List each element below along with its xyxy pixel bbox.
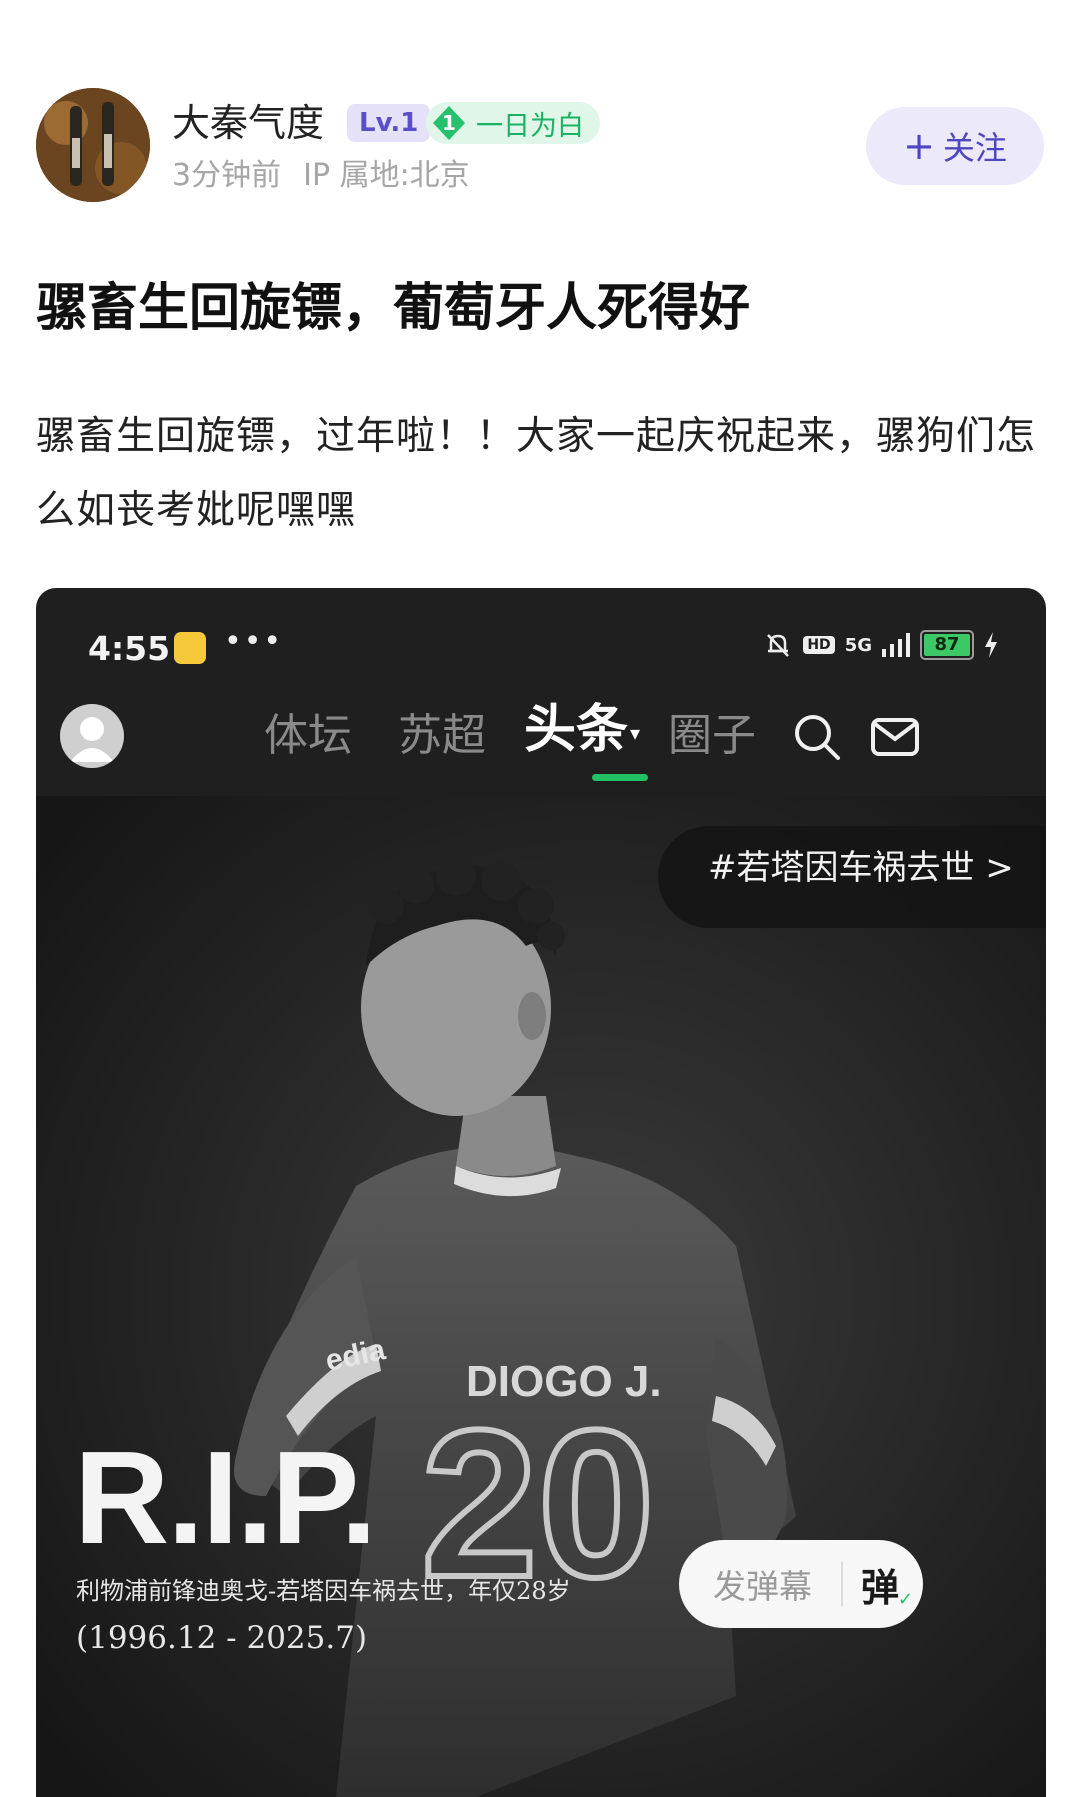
- fan-badge-text: 一日为白: [476, 110, 584, 142]
- fan-badge: 1 一日为白: [426, 102, 600, 144]
- status-time: 4:55: [88, 629, 171, 668]
- post-image[interactable]: 4:55 ••• HD 5G 87 体坛 苏超 头条 ▾ 圈子 DIOGO J.…: [36, 588, 1046, 1797]
- post-meta: 3分钟前 IP 属地:北京: [172, 156, 470, 196]
- send-danmaku-button[interactable]: 发弹幕: [713, 1560, 833, 1608]
- rip-dates: (1996.12 - 2025.7): [76, 1620, 368, 1656]
- danmaku-control[interactable]: 发弹幕 弹 ✓: [679, 1540, 923, 1628]
- status-icons: HD 5G 87: [763, 630, 998, 660]
- more-dots-icon: •••: [224, 624, 284, 659]
- post-time: 3分钟前: [172, 158, 282, 193]
- tab-headlines-label: 头条: [524, 700, 629, 760]
- tab-headlines[interactable]: 头条 ▾: [524, 702, 640, 761]
- signal-icon: [882, 633, 910, 657]
- battery-icon: 87: [920, 630, 974, 660]
- topic-text: #若塔因车祸去世 >: [708, 848, 1014, 888]
- danmaku-toggle[interactable]: 弹 ✓: [861, 1557, 913, 1612]
- danmaku-divider: [841, 1562, 843, 1606]
- level-badge: Lv.1: [347, 104, 431, 142]
- rip-caption: 利物浦前锋迪奥戈-若塔因车祸去世，年仅28岁: [76, 1577, 571, 1605]
- post-body: 骡畜生回旋镖，过年啦！！大家一起庆祝起来，骡狗们怎么如丧考妣呢嘿嘿: [36, 414, 1037, 533]
- check-icon: ✓: [897, 1588, 914, 1610]
- plus-icon: +: [903, 124, 935, 168]
- author-avatar[interactable]: [36, 88, 150, 202]
- diamond-icon: 1: [430, 104, 468, 142]
- nav-bar: 体坛 苏超 头条 ▾ 圈子: [36, 688, 1046, 796]
- search-icon[interactable]: [792, 712, 842, 762]
- topic-pill[interactable]: #若塔因车祸去世 >: [658, 826, 1046, 928]
- mute-bell-icon: [767, 634, 790, 657]
- author-name[interactable]: 大秦气度: [172, 98, 324, 148]
- active-tab-indicator: [592, 774, 648, 781]
- hd-badge: HD: [803, 636, 835, 654]
- tab-su-super[interactable]: 苏超: [398, 708, 486, 764]
- follow-button[interactable]: + 关注: [866, 107, 1044, 185]
- app-icon: [174, 632, 206, 664]
- post-title: 骡畜生回旋镖，葡萄牙人死得好: [36, 279, 751, 338]
- charging-icon: [985, 632, 997, 658]
- tab-sports-forum[interactable]: 体坛: [264, 708, 352, 764]
- fan-badge-level: 1: [442, 111, 456, 135]
- follow-label: 关注: [942, 129, 1007, 167]
- danmaku-toggle-label: 弹: [861, 1565, 900, 1610]
- ip-location: IP 属地:北京: [303, 158, 470, 193]
- mail-icon[interactable]: [870, 712, 920, 762]
- battery-level: 87: [934, 634, 960, 655]
- network-type: 5G: [844, 634, 872, 656]
- tab-circles[interactable]: 圈子: [668, 708, 756, 764]
- user-avatar-icon[interactable]: [60, 704, 124, 768]
- chevron-down-icon: ▾: [630, 721, 641, 745]
- rip-title: R.I.P.: [74, 1424, 377, 1571]
